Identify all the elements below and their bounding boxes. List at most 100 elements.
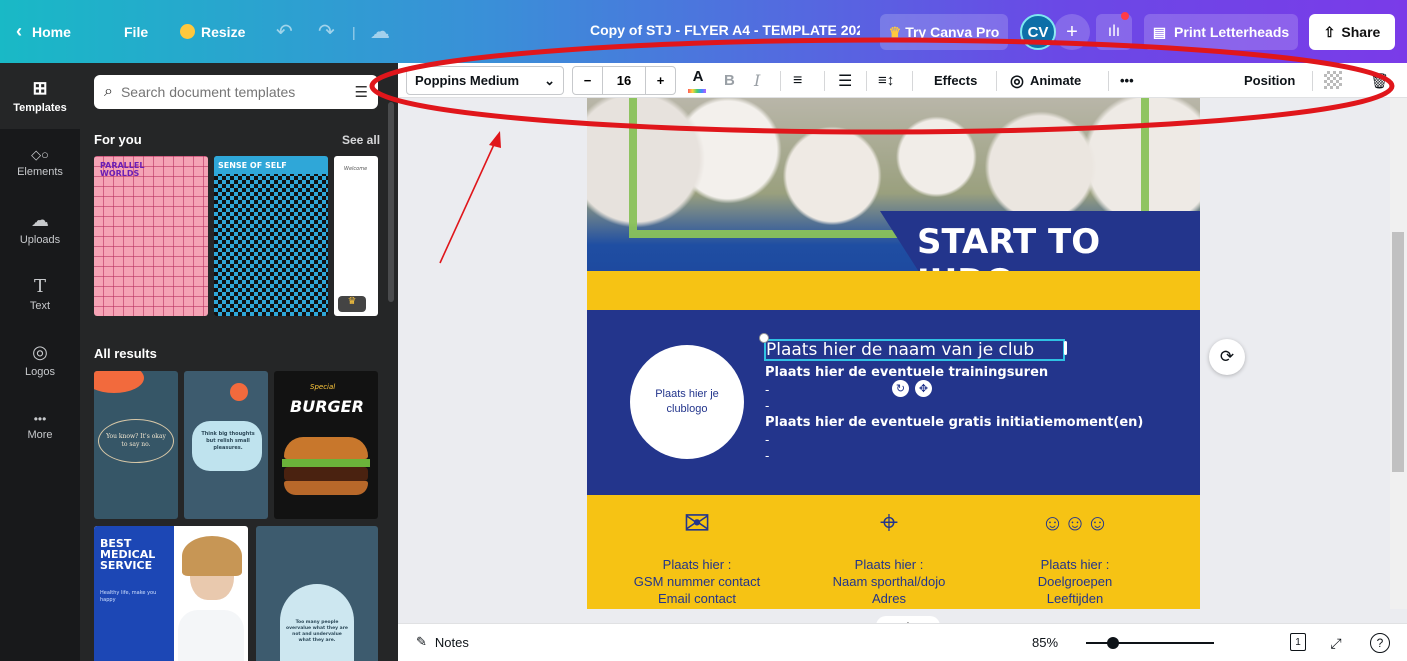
print-icon: ▤	[1152, 23, 1167, 40]
rail-item-text[interactable]: T Text	[0, 261, 80, 327]
font-size-value[interactable]: 16	[603, 67, 645, 94]
contact-block[interactable]: Plaats hier : GSM nummer contact Email c…	[607, 556, 787, 607]
training-hours-text[interactable]: Plaats hier de eventuele trainingsuren	[765, 365, 1048, 380]
zoom-slider-track[interactable]	[1086, 642, 1214, 644]
page-count-icon[interactable]: 1	[1290, 633, 1306, 651]
club-name-textbox[interactable]: Plaats hier de naam van je club	[764, 339, 1065, 361]
search-box[interactable]: ⌕ ☰	[94, 75, 378, 109]
template-thumbnail[interactable]: SENSE OF SELF	[214, 156, 328, 316]
list-dash: -	[765, 398, 770, 413]
text-color-icon[interactable]: A	[688, 68, 708, 85]
contact-block[interactable]: Plaats hier : Doelgroepen Leeftijden	[985, 556, 1165, 607]
user-avatar[interactable]: CV	[1020, 14, 1056, 50]
help-icon[interactable]: ?	[1370, 633, 1390, 653]
filter-sliders-icon[interactable]: ☰	[355, 83, 368, 101]
share-button[interactable]: ⇧ Share	[1309, 14, 1395, 50]
try-canva-pro-button[interactable]: ♛ Try Canva Pro	[880, 14, 1008, 50]
template-title: SENSE OF SELF	[214, 156, 328, 174]
rail-label: Logos	[25, 366, 55, 378]
template-thumbnail[interactable]: BEST MEDICAL SERVICE Healthy life, make …	[94, 526, 248, 661]
line-spacing-icon[interactable]: ≡↕	[878, 67, 894, 94]
zoom-slider-thumb[interactable]	[1107, 637, 1119, 649]
rail-label: Uploads	[19, 234, 61, 246]
bold-icon[interactable]: B	[724, 67, 735, 94]
undo-icon[interactable]: ↶	[276, 0, 293, 63]
envelope-icon[interactable]: ✉	[677, 503, 717, 543]
templates-panel: ⌕ ☰ For you See all PARALLEL WORLDS SENS…	[80, 63, 398, 661]
italic-icon[interactable]: I	[754, 67, 760, 94]
notes-pencil-icon: ✎	[416, 634, 427, 649]
file-menu-button[interactable]: File	[124, 0, 148, 63]
move-icon[interactable]: ✥	[915, 380, 932, 397]
panel-scrollbar[interactable]	[388, 102, 394, 302]
align-left-icon[interactable]: ≡	[793, 67, 802, 94]
contact-line: Adres	[872, 591, 906, 606]
template-thumbnail[interactable]: Special BURGER	[274, 371, 378, 519]
divider	[780, 71, 781, 91]
template-subtitle: Healthy life, make you happy	[100, 590, 157, 603]
search-input[interactable]	[120, 84, 355, 100]
initiation-text[interactable]: Plaats hier de eventuele gratis initiati…	[765, 415, 1143, 430]
print-label: Print Letterheads	[1174, 24, 1290, 40]
rail-label: Templates	[13, 102, 67, 114]
increase-size-button[interactable]: +	[645, 67, 675, 94]
canvas-scrollbar-thumb[interactable]	[1392, 232, 1404, 472]
regenerate-icon[interactable]: ⟳	[1209, 339, 1245, 375]
redo-icon[interactable]: ↷	[318, 0, 335, 63]
template-thumbnail[interactable]: You know? It's okay to say no.	[94, 371, 178, 519]
template-title: You know? It's okay to say no.	[106, 433, 166, 448]
rail-label: Elements	[17, 165, 63, 178]
burger-lettuce-shape	[282, 459, 370, 467]
rail-item-templates[interactable]: ⊞ Templates	[0, 63, 80, 129]
home-button[interactable]: ‹ Home	[16, 0, 71, 63]
burger-patty-shape	[284, 467, 368, 481]
rail-item-elements[interactable]: ◇○ Elements	[0, 129, 80, 195]
more-options-icon[interactable]: •••	[1120, 67, 1134, 94]
position-button[interactable]: Position	[1244, 67, 1295, 94]
contact-line: Plaats hier :	[1040, 557, 1110, 572]
contact-block[interactable]: Plaats hier : Naam sporthal/dojo Adres	[799, 556, 979, 607]
bullet-list-icon[interactable]: ☰	[838, 67, 852, 94]
rail-item-uploads[interactable]: ☁ Uploads	[0, 195, 80, 261]
more-icon: •••	[33, 411, 47, 426]
see-all-link[interactable]: See all	[342, 133, 380, 147]
contact-line: Plaats hier :	[854, 557, 924, 572]
template-thumbnail[interactable]: Too many people overvalue what they are …	[256, 526, 378, 661]
chevron-right-icon[interactable]: ›	[364, 223, 386, 253]
decor-shape	[94, 371, 144, 393]
animate-button[interactable]: ◎ Animate	[1010, 67, 1081, 94]
text-editor-toolbar: Poppins Medium ⌄ − 16 + A B I ≡ ☰ ≡↕ Eff…	[398, 63, 1407, 98]
rotate-handle[interactable]	[759, 333, 769, 343]
decrease-size-button[interactable]: −	[573, 67, 603, 94]
rail-item-more[interactable]: ••• More	[0, 393, 80, 459]
yellow-band[interactable]	[587, 271, 1200, 310]
decor-shape	[230, 383, 248, 401]
left-rail: ⊞ Templates ◇○ Elements ☁ Uploads T Text…	[0, 63, 80, 661]
print-letterheads-button[interactable]: ▤ Print Letterheads	[1144, 14, 1298, 50]
cloud-saved-icon[interactable]: ☁	[370, 0, 390, 63]
rotate-icon[interactable]: ↻	[892, 380, 909, 397]
location-pin-icon[interactable]: ⌖	[869, 503, 909, 543]
template-thumbnail[interactable]: PARALLEL WORLDS	[94, 156, 208, 316]
font-family-dropdown[interactable]: Poppins Medium ⌄	[406, 66, 564, 95]
transparency-icon[interactable]	[1324, 71, 1342, 89]
contact-line: Leeftijden	[1046, 591, 1104, 606]
rail-item-logos[interactable]: ◎ Logos	[0, 327, 80, 393]
trash-icon[interactable]: 🗑	[1370, 67, 1389, 94]
rail-label: Text	[29, 300, 51, 312]
add-collaborator-icon[interactable]: +	[1054, 14, 1090, 50]
notes-button[interactable]: ✎ Notes	[416, 634, 469, 650]
divider	[824, 71, 825, 91]
flyer-page[interactable]: START TO JUDO Plaats hier je clublogo Pl…	[587, 98, 1200, 609]
fullscreen-icon[interactable]: ⤢	[1326, 633, 1346, 653]
document-title[interactable]: Copy of STJ - FLYER A4 - TEMPLATE 2022	[590, 22, 860, 38]
zoom-percentage[interactable]: 85%	[1032, 635, 1058, 650]
resize-handle[interactable]	[1064, 341, 1067, 355]
group-people-icon[interactable]: ☺☺☺	[1039, 503, 1111, 543]
contact-line: GSM nummer contact	[633, 574, 761, 589]
club-logo-placeholder[interactable]: Plaats hier je clublogo	[630, 345, 744, 459]
resize-button[interactable]: Resize	[180, 0, 245, 63]
template-thumbnail[interactable]: Think big thoughts but relish small plea…	[184, 371, 268, 519]
effects-button[interactable]: Effects	[934, 67, 977, 94]
notes-label: Notes	[434, 634, 469, 650]
